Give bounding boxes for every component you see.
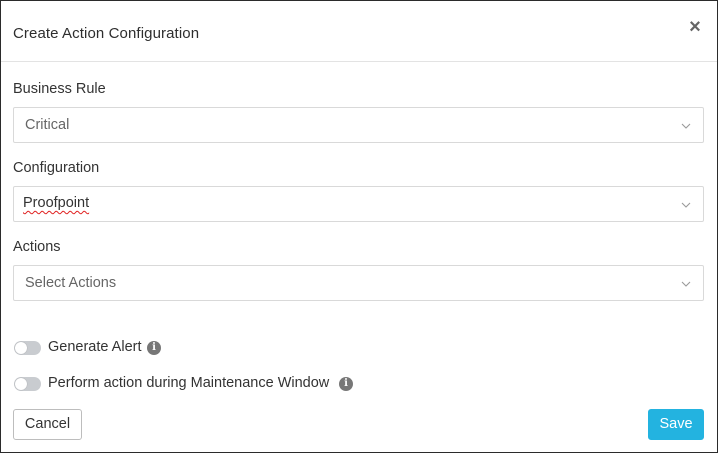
- configuration-select[interactable]: Proofpoint: [13, 186, 704, 222]
- dialog-header: Create Action Configuration ×: [1, 1, 717, 62]
- business-rule-select[interactable]: Critical: [13, 107, 704, 143]
- chevron-down-icon: [681, 123, 691, 129]
- info-icon[interactable]: i: [339, 377, 353, 391]
- chevron-down-icon: [681, 202, 691, 208]
- dialog-title: Create Action Configuration: [13, 25, 200, 42]
- business-rule-value: Critical: [25, 117, 70, 133]
- toggle-knob: [15, 342, 27, 354]
- chevron-down-icon: [681, 281, 691, 287]
- maintenance-window-label: Perform action during Maintenance Window: [48, 375, 330, 391]
- configuration-value-text: Proofpoint: [23, 195, 90, 211]
- actions-select[interactable]: Select Actions: [13, 265, 704, 301]
- maintenance-window-row: Perform action during Maintenance Window…: [14, 374, 359, 394]
- save-button[interactable]: Save: [648, 409, 704, 440]
- actions-placeholder: Select Actions: [25, 275, 117, 291]
- generate-alert-label: Generate Alert: [48, 339, 142, 355]
- configuration-label: Configuration: [13, 160, 100, 176]
- info-icon[interactable]: i: [147, 341, 161, 355]
- close-icon[interactable]: ×: [685, 16, 705, 38]
- generate-alert-row: Generate Alert i: [14, 338, 174, 358]
- generate-alert-toggle[interactable]: [14, 341, 41, 355]
- actions-label: Actions: [13, 239, 61, 255]
- cancel-button[interactable]: Cancel: [13, 409, 82, 440]
- business-rule-label: Business Rule: [13, 81, 106, 97]
- toggle-knob: [15, 378, 27, 390]
- maintenance-window-toggle[interactable]: [14, 377, 41, 391]
- create-action-configuration-dialog: Create Action Configuration × Business R…: [0, 0, 718, 453]
- configuration-value: Proofpoint: [23, 195, 89, 211]
